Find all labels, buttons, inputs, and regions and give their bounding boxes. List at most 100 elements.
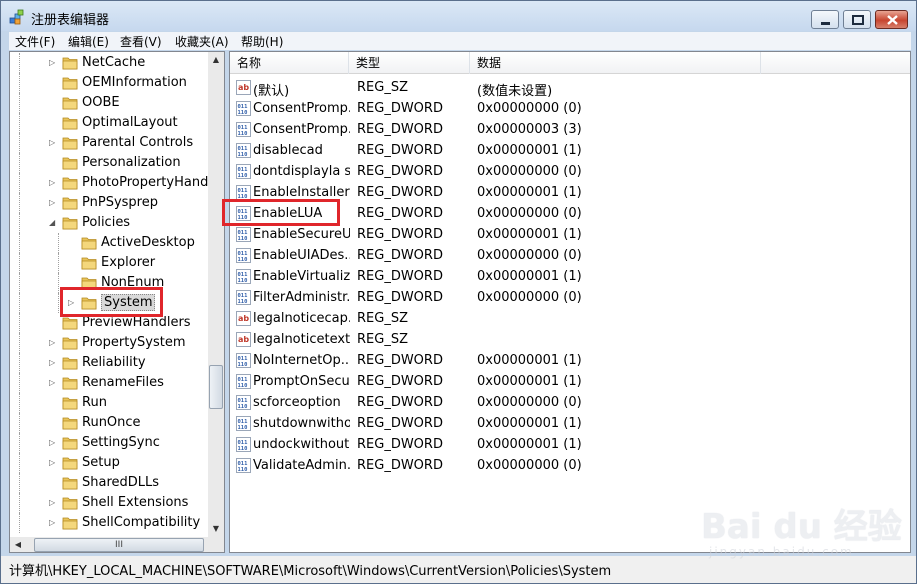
value-row[interactable]: 011110EnableVirtualiz... REG_DWORD 0x00000… (230, 266, 910, 287)
column-header-data[interactable]: 数据 (470, 52, 761, 74)
menu-file[interactable]: 文件(F) (15, 33, 55, 50)
collapsed-arrow-icon[interactable]: ▷ (49, 519, 57, 527)
value-row[interactable]: 011 110 scforceoption REG_DWORD 0x00000000 (… (230, 392, 910, 413)
folder-icon (62, 196, 78, 210)
value-row[interactable]: 011110PromptOnSecu... REG_DWORD 0x00000001… (230, 371, 910, 392)
value-row[interactable]: 011 110 disablecad REG_DWORD 0x00000001 (1) (230, 140, 910, 161)
tree-item[interactable]: Explorer (10, 253, 208, 273)
svg-text:110: 110 (238, 257, 248, 263)
value-row[interactable]: 011 110 ConsentPromp... REG_DWORD 0x00000000… (230, 98, 910, 119)
value-name: EnableSecureU... (253, 227, 350, 242)
values-list: ab (默认) REG_SZ (数值未设置) 011 110 ConsentPromp...… (230, 77, 910, 551)
tree-item-label: PropertySystem (82, 335, 186, 350)
values-list-pane[interactable]: 名称 类型 数据 ab (默认) REG_SZ (数值未设置) 011 110 Consen… (229, 51, 911, 553)
menu-edit[interactable]: 编辑(E) (68, 33, 109, 50)
value-row[interactable]: ab legalnoticetext REG_SZ (230, 329, 910, 350)
value-row[interactable]: 011110EnableSecureU... REG_DWORD 0x0000000… (230, 224, 910, 245)
title-bar[interactable]: 注册表编辑器 (1, 1, 916, 31)
folder-icon (62, 396, 78, 410)
collapsed-arrow-icon[interactable]: ▷ (49, 439, 57, 447)
value-data: 0x00000001 (1) (477, 143, 582, 158)
value-row[interactable]: 011 110 NoInternetOp... REG_DWORD 0x00000001… (230, 350, 910, 371)
menu-bar: 文件(F) 编辑(E) 查看(V) 收藏夹(A) 帮助(H) (9, 32, 911, 50)
menu-favorites[interactable]: 收藏夹(A) (175, 33, 229, 50)
value-row[interactable]: ab legalnoticecap... REG_SZ (230, 308, 910, 329)
tree-item[interactable]: ▷ PnPSysprep (10, 193, 208, 213)
tree-item[interactable]: ▷ Parental Controls (10, 133, 208, 153)
tree-item[interactable]: Personalization (10, 153, 208, 173)
folder-icon (81, 236, 97, 250)
tree-guide-line (58, 273, 59, 293)
folder-icon (62, 416, 78, 430)
value-row[interactable]: 011 110 EnableUIADes... REG_DWORD 0x00000000… (230, 245, 910, 266)
tree-item[interactable]: OptimalLayout (10, 113, 208, 133)
tree-item[interactable]: ▷ SettingSync (10, 433, 208, 453)
tree-item-label: ActiveDesktop (101, 235, 195, 250)
expanded-arrow-icon[interactable]: ◢ (49, 219, 57, 227)
value-data: 0x00000003 (3) (477, 122, 582, 137)
tree-item[interactable]: ▷ RenameFiles (10, 373, 208, 393)
svg-text:110: 110 (238, 299, 248, 305)
collapsed-arrow-icon[interactable]: ▷ (49, 199, 57, 207)
dword-value-icon: 011 110 (236, 164, 251, 179)
close-button[interactable] (875, 10, 908, 29)
svg-text:110: 110 (238, 173, 248, 179)
tree-item[interactable]: OEMInformation (10, 73, 208, 93)
svg-text:110: 110 (238, 383, 248, 389)
menu-view[interactable]: 查看(V) (120, 33, 162, 50)
tree-item[interactable]: OOBE (10, 93, 208, 113)
tree-item[interactable]: ▷ PhotoPropertyHandle (10, 173, 208, 193)
tree-item[interactable]: RunOnce (10, 413, 208, 433)
tree-horizontal-scrollbar[interactable]: ◀ III ▶ (10, 537, 208, 552)
tree-item[interactable]: ▷ PropertySystem (10, 333, 208, 353)
value-row[interactable]: 011110undockwithout... REG_DWORD 0x0000000… (230, 434, 910, 455)
value-row[interactable]: 011110shutdownwitho... REG_DWORD 0x0000000… (230, 413, 910, 434)
minimize-button[interactable] (811, 10, 839, 29)
scroll-down-arrow-icon[interactable]: ▼ (208, 521, 224, 537)
folder-icon (62, 436, 78, 450)
folder-icon (62, 336, 78, 350)
tree-guide-line (19, 53, 20, 73)
tree-item[interactable]: ▷ Shell Extensions (10, 493, 208, 513)
maximize-button[interactable] (843, 10, 871, 29)
collapsed-arrow-icon[interactable]: ▷ (49, 339, 57, 347)
tree-vertical-scroll-thumb[interactable] (209, 365, 223, 409)
tree-item[interactable]: ◢ Policies (10, 213, 208, 233)
dword-value-icon: 011 110 (236, 458, 251, 473)
tree-item[interactable]: ▷ NetCache (10, 53, 208, 73)
collapsed-arrow-icon[interactable]: ▷ (49, 499, 57, 507)
scroll-up-arrow-icon[interactable]: ▲ (208, 52, 224, 68)
tree-item[interactable]: ▷ ShellCompatibility (10, 513, 208, 533)
column-header-name[interactable]: 名称 (230, 52, 349, 74)
value-name: EnableUIADes... (253, 248, 350, 263)
collapsed-arrow-icon[interactable]: ▷ (49, 59, 57, 67)
tree-item-label: OOBE (82, 95, 120, 110)
tree-guide-line (19, 153, 20, 173)
collapsed-arrow-icon[interactable]: ▷ (49, 359, 57, 367)
collapsed-arrow-icon[interactable]: ▷ (49, 459, 57, 467)
value-row[interactable]: 011 110 ValidateAdmin... REG_DWORD 0x0000000… (230, 455, 910, 476)
scroll-left-arrow-icon[interactable]: ◀ (10, 537, 26, 552)
tree-horizontal-scroll-thumb[interactable]: III (34, 538, 204, 552)
value-type: REG_DWORD (357, 353, 443, 368)
value-type: REG_DWORD (357, 290, 443, 305)
column-header-type[interactable]: 类型 (349, 52, 470, 74)
value-row[interactable]: 011 110 FilterAdministr... REG_DWORD 0x00000… (230, 287, 910, 308)
tree-item[interactable]: ActiveDesktop (10, 233, 208, 253)
tree-guide-line (19, 513, 20, 533)
tree-vertical-scrollbar[interactable]: ▲ ▼ (208, 52, 224, 537)
tree-item[interactable]: ▷ Reliability (10, 353, 208, 373)
collapsed-arrow-icon[interactable]: ▷ (49, 379, 57, 387)
tree-item[interactable]: SharedDLLs (10, 473, 208, 493)
menu-help[interactable]: 帮助(H) (241, 33, 283, 50)
collapsed-arrow-icon[interactable]: ▷ (49, 139, 57, 147)
tree-item[interactable]: Run (10, 393, 208, 413)
tree-item-label: PhotoPropertyHandle (82, 175, 208, 190)
value-row[interactable]: 011 110 ConsentPromp... REG_DWORD 0x00000003… (230, 119, 910, 140)
tree-item[interactable]: ▷ Setup (10, 453, 208, 473)
value-row[interactable]: 011110dontdisplayla s... REG_DWORD 0x00000… (230, 161, 910, 182)
collapsed-arrow-icon[interactable]: ▷ (49, 179, 57, 187)
dword-value-icon: 011 110 (236, 248, 251, 263)
value-row[interactable]: ab (默认) REG_SZ (数值未设置) (230, 77, 910, 99)
svg-text:110: 110 (238, 131, 248, 137)
